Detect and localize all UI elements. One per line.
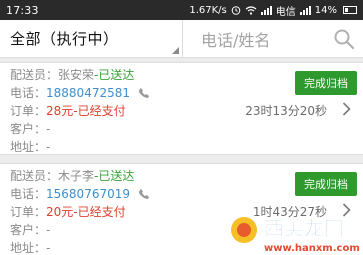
complete-archive-button[interactable]: 完成归档 xyxy=(295,172,357,196)
signal-icon xyxy=(260,5,272,15)
elapsed-timer: 23时13分20秒 xyxy=(245,104,327,118)
complete-archive-button[interactable]: 完成归档 xyxy=(295,71,357,95)
alarm-icon xyxy=(231,6,241,15)
order-label: 订单： xyxy=(10,104,47,118)
customer-value: - xyxy=(46,223,51,237)
wifi-icon xyxy=(245,5,257,15)
address-label: 地址： xyxy=(10,241,47,255)
carrier-label: 电信 xyxy=(275,6,296,18)
customer-value: - xyxy=(46,122,51,136)
phone-label: 电话： xyxy=(10,86,47,100)
order-label: 订单： xyxy=(10,205,47,219)
status-bar: 17:33 1.67K/s 电信 14% xyxy=(0,0,363,20)
customer-label: 客户： xyxy=(10,223,47,237)
courier-name: 木子李 xyxy=(58,169,95,183)
phone-label: 电话： xyxy=(10,187,47,201)
search-placeholder: 电话/姓名 xyxy=(201,30,271,50)
watermark-url: www.hanxm.com xyxy=(264,243,360,254)
filter-bar: 全部（执行中） 电话/姓名 xyxy=(0,20,363,58)
address-row: 地址：- xyxy=(10,138,50,155)
status-filter-value: 全部（执行中） xyxy=(10,30,119,48)
order-amount: 28元 xyxy=(46,104,74,118)
order-amount: 20元 xyxy=(46,205,74,219)
order-row: 订单：20元-已经支付 xyxy=(10,203,126,220)
address-row: 地址：- xyxy=(10,239,50,255)
address-value: - xyxy=(46,140,51,154)
address-value: - xyxy=(46,241,51,255)
status-time: 17:33 xyxy=(6,3,39,17)
watermark-title: 西美龙网 xyxy=(264,216,344,240)
customer-row: 客户：- xyxy=(10,221,50,238)
order-row: 订单：28元-已经支付 xyxy=(10,102,126,119)
customer-row: 客户：- xyxy=(10,120,50,137)
order-card[interactable]: 配送员：张安荣-已送达 电话：18880472581 订单：28元-已经支付 客… xyxy=(0,62,363,155)
courier-label: 配送员： xyxy=(10,169,59,183)
customer-label: 客户： xyxy=(10,122,47,136)
phone-row: 电话：15680767019 xyxy=(10,185,150,202)
dropdown-corner-icon xyxy=(172,47,179,54)
payment-status: -已经支付 xyxy=(73,205,126,219)
search-icon[interactable] xyxy=(333,28,355,50)
courier-name: 张安荣 xyxy=(58,68,95,82)
battery-icon xyxy=(343,6,357,14)
status-right: 1.67K/s 电信 14% xyxy=(189,3,357,18)
delivery-status: -已送达 xyxy=(94,68,135,82)
phone-number[interactable]: 15680767019 xyxy=(46,187,130,201)
phone-number[interactable]: 18880472581 xyxy=(46,86,130,100)
courier-row: 配送员：木子李-已送达 xyxy=(10,167,134,184)
watermark-logo: 西美龙网 www.hanxm.com xyxy=(231,216,360,254)
courier-label: 配送员： xyxy=(10,68,59,82)
phone-icon[interactable] xyxy=(138,87,150,99)
chevron-right-icon[interactable] xyxy=(342,102,351,116)
network-speed: 1.67K/s xyxy=(189,4,227,16)
payment-status: -已经支付 xyxy=(73,104,126,118)
phone-icon[interactable] xyxy=(138,188,150,200)
battery-percent: 14% xyxy=(314,4,337,16)
delivery-status: -已送达 xyxy=(94,169,135,183)
courier-row: 配送员：张安荣-已送达 xyxy=(10,66,134,83)
search-input[interactable]: 电话/姓名 xyxy=(183,20,363,57)
address-label: 地址： xyxy=(10,140,47,154)
status-filter-dropdown[interactable]: 全部（执行中） xyxy=(0,20,183,57)
signal-icon-2 xyxy=(299,5,311,15)
phone-row: 电话：18880472581 xyxy=(10,84,150,101)
